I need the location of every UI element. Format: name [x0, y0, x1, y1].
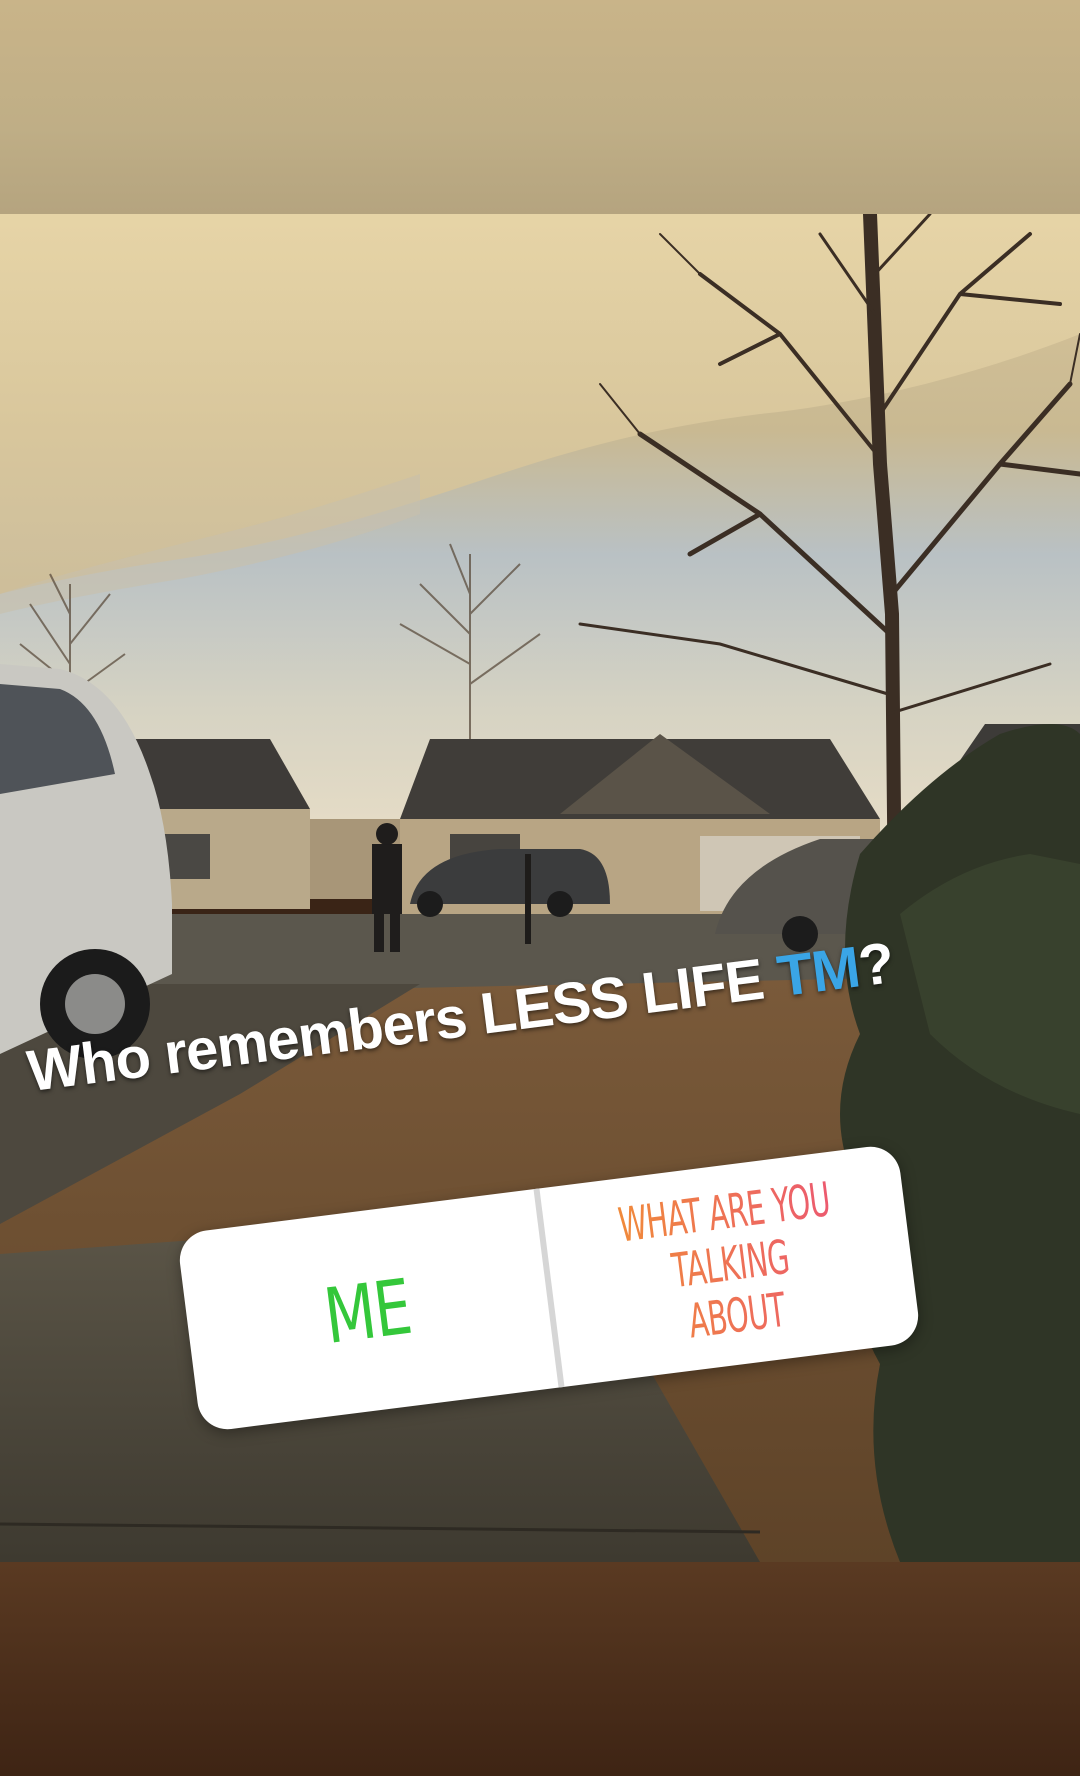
story-bottom-background: [0, 1562, 1080, 1776]
poll-option-what-label: WHAT ARE YOU TALKING ABOUT: [581, 1170, 879, 1360]
question-tm: TM: [773, 934, 863, 1010]
poll-option-me-label: ME: [319, 1261, 416, 1361]
story-top-background: [0, 0, 1080, 214]
